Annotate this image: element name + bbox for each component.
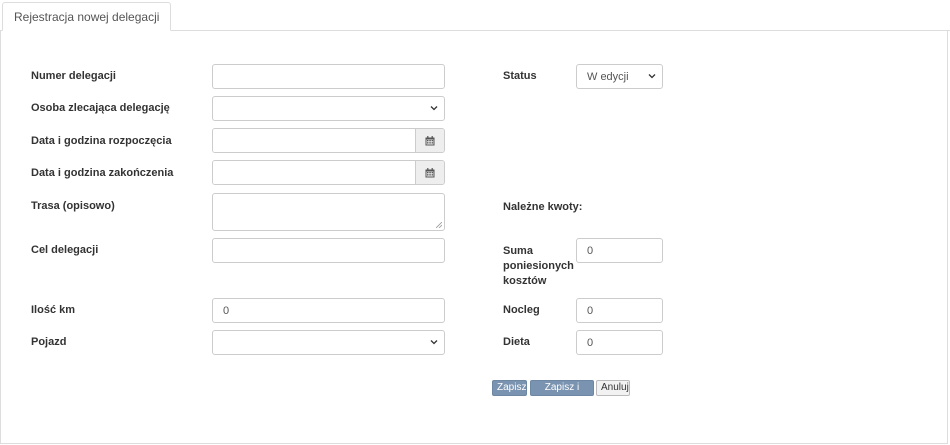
resize-grip-icon[interactable] [436,222,442,228]
label-numer-delegacji: Numer delegacji [31,70,116,82]
label-suma-line3: kosztów [503,275,547,287]
label-dieta: Dieta [503,336,530,348]
save-and-exit-button[interactable]: Zapisz i wyjdz [530,380,594,407]
save-button[interactable]: Zapisz [492,380,527,396]
label-data-zakonczenia: Data i godzina zakończenia [31,167,174,179]
ilosc-km-input[interactable]: 0 [212,298,445,323]
data-zakonczenia-calendar-button[interactable] [415,161,444,184]
label-pojazd: Pojazd [31,336,67,348]
tab-rejestracja[interactable]: Rejestracja nowej delegacji [2,2,172,31]
data-rozpoczecia-calendar-button[interactable] [415,129,444,152]
nocleg-input[interactable]: 0 [576,298,663,323]
data-rozpoczecia-input[interactable] [213,129,417,152]
label-nalezne-kwoty: Należne kwoty: [503,201,583,213]
trasa-textarea[interactable] [212,193,445,231]
label-trasa: Trasa (opisowo) [31,200,115,212]
label-nocleg: Nocleg [503,304,540,316]
osoba-zlecajaca-select[interactable] [212,96,445,121]
data-zakonczenia-input[interactable] [213,161,417,184]
status-select[interactable]: W edycji [576,64,663,89]
label-suma-line1: Suma [503,245,533,257]
label-osoba-zlecajaca: Osoba zlecająca delegację [31,102,170,114]
label-data-rozpoczecia: Data i godzina rozpoczęcia [31,135,172,147]
label-ilosc-km: Ilość km [31,304,76,316]
label-suma-line2: poniesionych [503,260,574,272]
label-cel-delegacji: Cel delegacji [31,244,99,256]
dieta-input[interactable]: 0 [576,330,663,355]
pojazd-select[interactable] [212,330,445,355]
status-value: W edycji [587,70,629,83]
numer-delegacji-input[interactable] [212,64,445,89]
chevron-down-icon [648,73,656,78]
calendar-icon [425,167,435,177]
chevron-down-icon [430,105,438,110]
cel-delegacji-input[interactable] [212,238,445,263]
data-rozpoczecia-group [212,128,445,153]
cancel-button[interactable]: Anuluj [596,380,630,396]
label-status: Status [503,70,537,82]
tab-strip: Rejestracja nowej delegacji [0,0,950,31]
form-panel [0,30,948,444]
suma-input[interactable]: 0 [576,238,663,263]
data-zakonczenia-group [212,160,445,185]
calendar-icon [425,135,435,145]
label-suma-poniesionych-kosztow: Suma poniesionych kosztów [503,244,574,289]
chevron-down-icon [430,339,438,344]
